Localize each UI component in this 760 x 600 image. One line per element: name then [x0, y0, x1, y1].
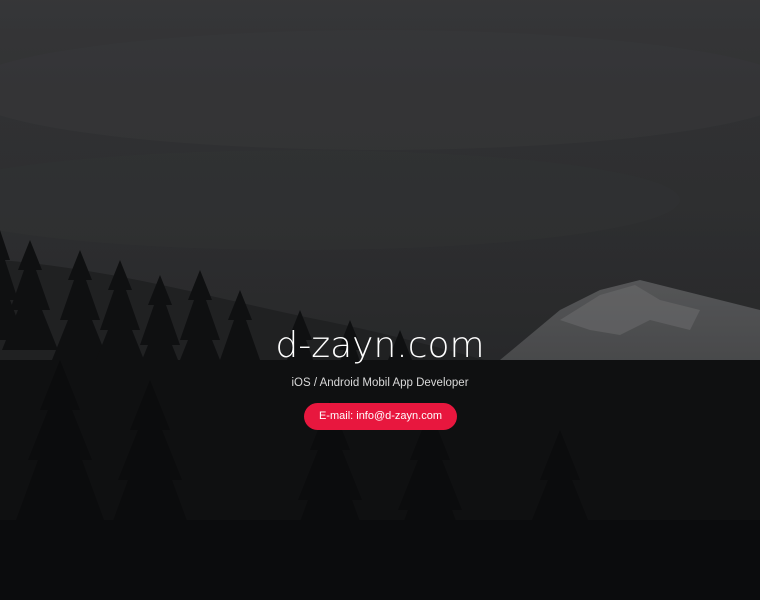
hero-section: d-zayn.com iOS / Android Mobil App Devel… [0, 0, 760, 600]
hero-content: d-zayn.com iOS / Android Mobil App Devel… [0, 0, 760, 600]
site-subtitle: iOS / Android Mobil App Developer [291, 377, 469, 389]
site-title: d-zayn.com [275, 325, 485, 366]
email-contact-button[interactable]: E-mail: info@d-zayn.com [304, 403, 457, 430]
